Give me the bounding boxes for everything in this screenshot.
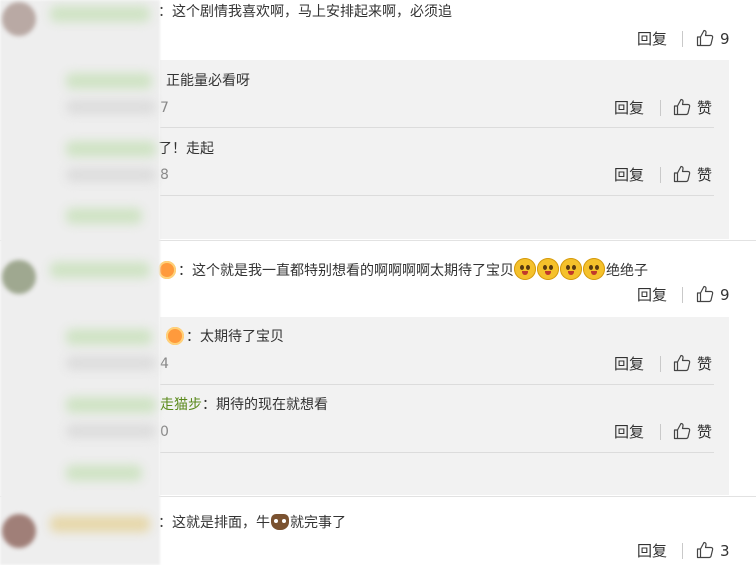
reply-time-fragment: 8 [160, 167, 169, 183]
blurred-username [50, 6, 150, 22]
avatar[interactable] [2, 2, 36, 36]
blurred-more-replies[interactable] [66, 208, 142, 224]
reply-time-fragment: 7 [160, 100, 169, 116]
thumbs-up-icon[interactable] [673, 165, 691, 183]
comment-text: ：这就是排面，牛 就完事了 [158, 514, 346, 531]
smile-emoji-icon [560, 258, 582, 280]
reply-button[interactable]: 回复 [637, 29, 667, 49]
blurred-time [66, 356, 156, 370]
smile-emoji-icon [537, 258, 559, 280]
action-separator [682, 31, 683, 47]
blurred-more-replies[interactable] [66, 465, 142, 481]
thumbs-up-icon[interactable] [696, 541, 714, 559]
blurred-username [66, 141, 156, 157]
action-separator [682, 543, 683, 559]
blurred-username [66, 73, 152, 89]
cow-emoji-icon [271, 514, 289, 530]
reply-button[interactable]: 回复 [614, 98, 644, 118]
fan-badge-icon [158, 261, 176, 279]
reply-text: 走猫步：期待的现在就想看 [160, 397, 328, 413]
smile-emoji-icon [583, 258, 605, 280]
reply-button[interactable]: 回复 [637, 541, 667, 561]
thumbs-up-icon[interactable] [673, 98, 691, 116]
divider [160, 452, 714, 453]
comment-text: ：这个就是我一直都特别想看的啊啊啊啊太期待了宝贝 绝绝子 [158, 258, 648, 281]
action-separator [682, 287, 683, 303]
comment-text: ：这个剧情我喜欢啊，马上安排起来啊，必须追 [158, 4, 452, 20]
blurred-username [66, 397, 156, 413]
reply-button[interactable]: 回复 [614, 354, 644, 374]
reply-username[interactable]: 走猫步 [160, 397, 202, 413]
reply-button[interactable]: 回复 [614, 165, 644, 185]
like-button[interactable]: 赞 [697, 422, 712, 442]
action-separator [660, 424, 661, 440]
like-count: 9 [720, 30, 730, 48]
blurred-username [66, 329, 152, 345]
reply-button[interactable]: 回复 [637, 285, 667, 305]
thumbs-up-icon[interactable] [673, 422, 691, 440]
reply-text: 了！走起 [158, 141, 214, 157]
reply-text: 正能量必看呀 [166, 73, 250, 89]
thumbs-up-icon[interactable] [696, 285, 714, 303]
divider [160, 384, 714, 385]
smile-emoji-icon [514, 258, 536, 280]
thumbs-up-icon[interactable] [673, 354, 691, 372]
action-separator [660, 167, 661, 183]
blurred-time [66, 168, 156, 182]
avatar[interactable] [2, 260, 36, 294]
fan-badge-icon [166, 327, 184, 345]
blurred-time [66, 424, 156, 438]
divider [160, 195, 714, 196]
action-separator [660, 356, 661, 372]
blurred-time [66, 100, 156, 114]
thumbs-up-icon[interactable] [696, 29, 714, 47]
like-button[interactable]: 赞 [697, 165, 712, 185]
like-button[interactable]: 赞 [697, 98, 712, 118]
reply-time-fragment: 4 [160, 356, 169, 372]
blurred-username [50, 516, 150, 532]
action-separator [660, 100, 661, 116]
like-button[interactable]: 赞 [697, 354, 712, 374]
reply-text: ：太期待了宝贝 [166, 327, 284, 347]
divider [160, 127, 714, 128]
blurred-username [50, 262, 150, 278]
avatar[interactable] [2, 514, 36, 548]
reply-time-fragment: 0 [160, 424, 169, 440]
reply-button[interactable]: 回复 [614, 422, 644, 442]
like-count: 3 [720, 542, 730, 560]
like-count: 9 [720, 286, 730, 304]
